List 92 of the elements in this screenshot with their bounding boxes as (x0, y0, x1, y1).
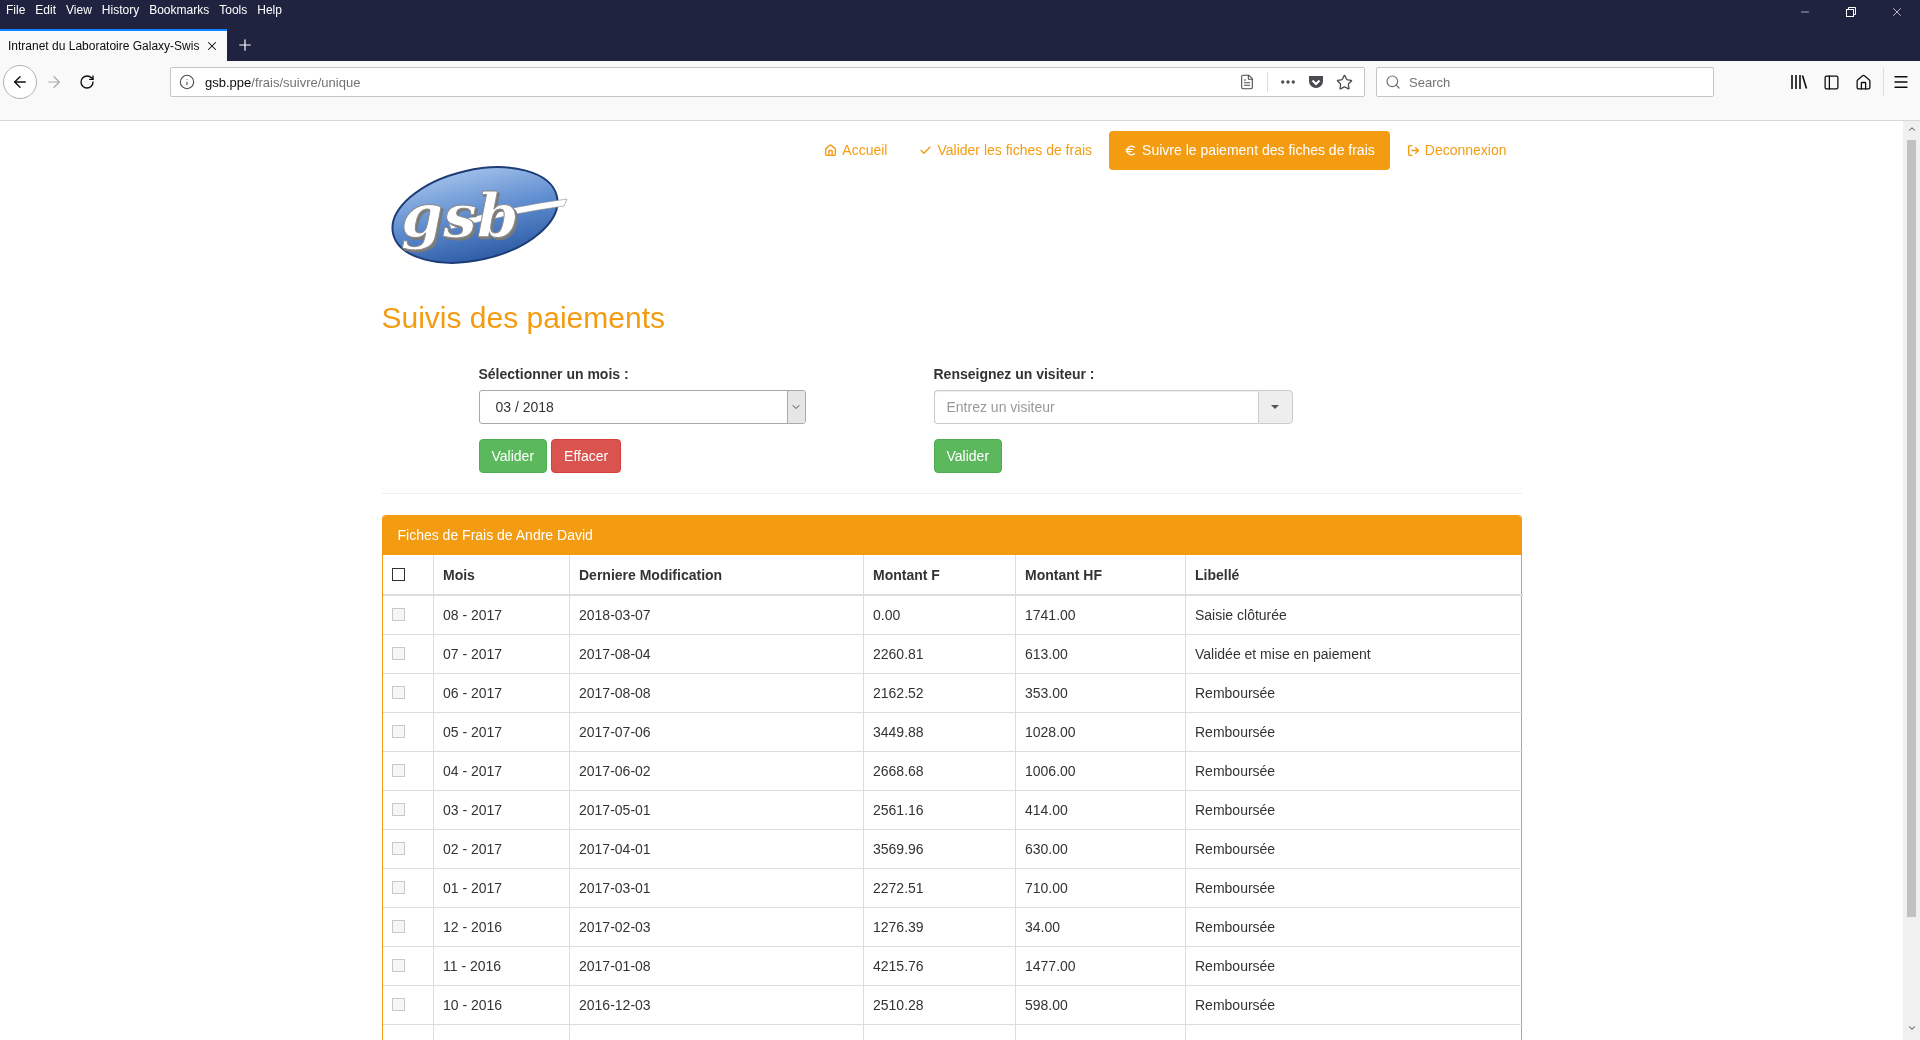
document-icon[interactable] (1239, 74, 1255, 90)
table-cell: 2016-12-03 (569, 985, 864, 1024)
info-icon[interactable] (179, 74, 195, 90)
table-cell: 02 - 2017 (433, 829, 570, 868)
table-cell: 0.00 (863, 595, 1016, 634)
scroll-down-icon[interactable] (1906, 1023, 1917, 1033)
scrollbar[interactable] (1903, 121, 1920, 1040)
page-title: Suivis des paiements (381, 301, 666, 334)
table-cell: 03 - 2017 (433, 790, 570, 829)
table-cell: 2017-02-03 (569, 907, 864, 946)
table-cell: 06 - 2017 (433, 673, 570, 712)
table-cell: 10 - 2016 (433, 985, 570, 1024)
menu-item[interactable]: History (96, 1, 145, 19)
close-icon[interactable] (1890, 5, 1904, 19)
menu-item[interactable]: File (1, 1, 31, 19)
table-cell: 1741.00 (1015, 595, 1186, 634)
table-cell: 2017-01-08 (569, 946, 864, 985)
table-cell: 4215.76 (863, 946, 1016, 985)
table-cell: 2260.81 (863, 634, 1016, 673)
search-icon (1385, 74, 1401, 90)
menu-icon[interactable] (1892, 73, 1910, 91)
table-cell: 07 - 2017 (433, 634, 570, 673)
table-cell: 1028.00 (1015, 712, 1186, 751)
checkbox[interactable] (391, 568, 405, 581)
column-header: Mois (433, 555, 570, 595)
euro-icon (1124, 144, 1138, 157)
home-icon (824, 144, 838, 157)
table-cell: 01 - 2017 (433, 868, 570, 907)
table-cell: 2017-03-01 (569, 868, 864, 907)
clear-button[interactable]: Effacer (551, 439, 622, 473)
field-label: Sélectionner un mois : (478, 365, 630, 384)
menu-item[interactable]: Edit (30, 1, 62, 19)
scrollbar-thumb[interactable] (1907, 140, 1916, 917)
url-text: gsb.ppe/frais/suivre/unique (205, 74, 362, 90)
table-cell: 2017-06-02 (569, 751, 864, 790)
table-cell: 710.00 (1015, 868, 1186, 907)
column-header: Montant HF (1015, 555, 1186, 595)
library-icon[interactable] (1790, 74, 1808, 90)
visitor-field[interactable]: Entrez un visiteur (933, 390, 1258, 424)
reload-icon[interactable] (79, 74, 95, 90)
table-cell: 3449.88 (863, 712, 1016, 751)
table-cell: 2017-07-06 (569, 712, 864, 751)
table-cell: 34.00 (1015, 907, 1186, 946)
logout-icon (1406, 144, 1420, 157)
table-cell: 2017-08-04 (569, 634, 864, 673)
column-header: Libellé (1185, 555, 1523, 595)
search-field[interactable]: Search (1376, 67, 1714, 97)
field-label: Renseignez un visiteur : (933, 365, 1096, 384)
restore-icon[interactable] (1846, 7, 1856, 17)
table-cell: 2017-05-01 (569, 790, 864, 829)
table-cell: 414.00 (1015, 790, 1186, 829)
address-bar[interactable]: gsb.ppe/frais/suivre/unique (170, 67, 1365, 97)
menu-item[interactable]: Help (252, 1, 287, 19)
table-cell: 2510.28 (863, 985, 1016, 1024)
caret-down-icon (1271, 405, 1279, 409)
column-header: Montant F (863, 555, 1016, 595)
table-cell: 1477.00 (1015, 946, 1186, 985)
table-cell: 2017-04-01 (569, 829, 864, 868)
back-button[interactable] (3, 65, 37, 99)
table-cell: 08 - 2017 (433, 595, 570, 634)
scroll-up-icon[interactable] (1906, 124, 1917, 134)
table-cell: 353.00 (1015, 673, 1186, 712)
table-cell: 630.00 (1015, 829, 1186, 868)
browser-tab[interactable]: Intranet du Laboratoire Galaxy-Swis (0, 29, 228, 61)
table-cell: 11 - 2016 (433, 946, 570, 985)
table-cell: 613.00 (1015, 634, 1186, 673)
table-cell: 12 - 2016 (433, 907, 570, 946)
panel-title: Fiches de Frais de Andre David (382, 516, 1521, 555)
home-icon[interactable] (1854, 73, 1872, 91)
table-cell: 2668.68 (863, 751, 1016, 790)
menu-item[interactable]: Bookmarks (144, 1, 215, 19)
star-icon[interactable] (1335, 73, 1353, 91)
table-cell: 1006.00 (1015, 751, 1186, 790)
table-cell: 2162.52 (863, 673, 1016, 712)
column-header: Derniere Modification (569, 555, 864, 595)
chevron-shield-icon[interactable] (1308, 74, 1324, 90)
sidebar-icon[interactable] (1822, 73, 1840, 91)
menu-item[interactable]: View (61, 1, 97, 19)
table-cell: 3569.96 (863, 829, 1016, 868)
table-cell: 598.00 (1015, 985, 1186, 1024)
table-cell: 04 - 2017 (433, 751, 570, 790)
table-cell: 2018-03-07 (569, 595, 864, 634)
chevron-down-icon (786, 391, 805, 423)
table-cell: 05 - 2017 (433, 712, 570, 751)
forward-icon[interactable] (45, 73, 63, 91)
table-cell: 2272.51 (863, 868, 1016, 907)
table-cell: 2017-08-08 (569, 673, 864, 712)
table-cell: 2561.16 (863, 790, 1016, 829)
menu-item[interactable]: Tools (214, 1, 253, 19)
table-cell: 1276.39 (863, 907, 1016, 946)
month-select[interactable]: 03 / 2018 (478, 390, 806, 424)
check-icon (919, 144, 933, 157)
